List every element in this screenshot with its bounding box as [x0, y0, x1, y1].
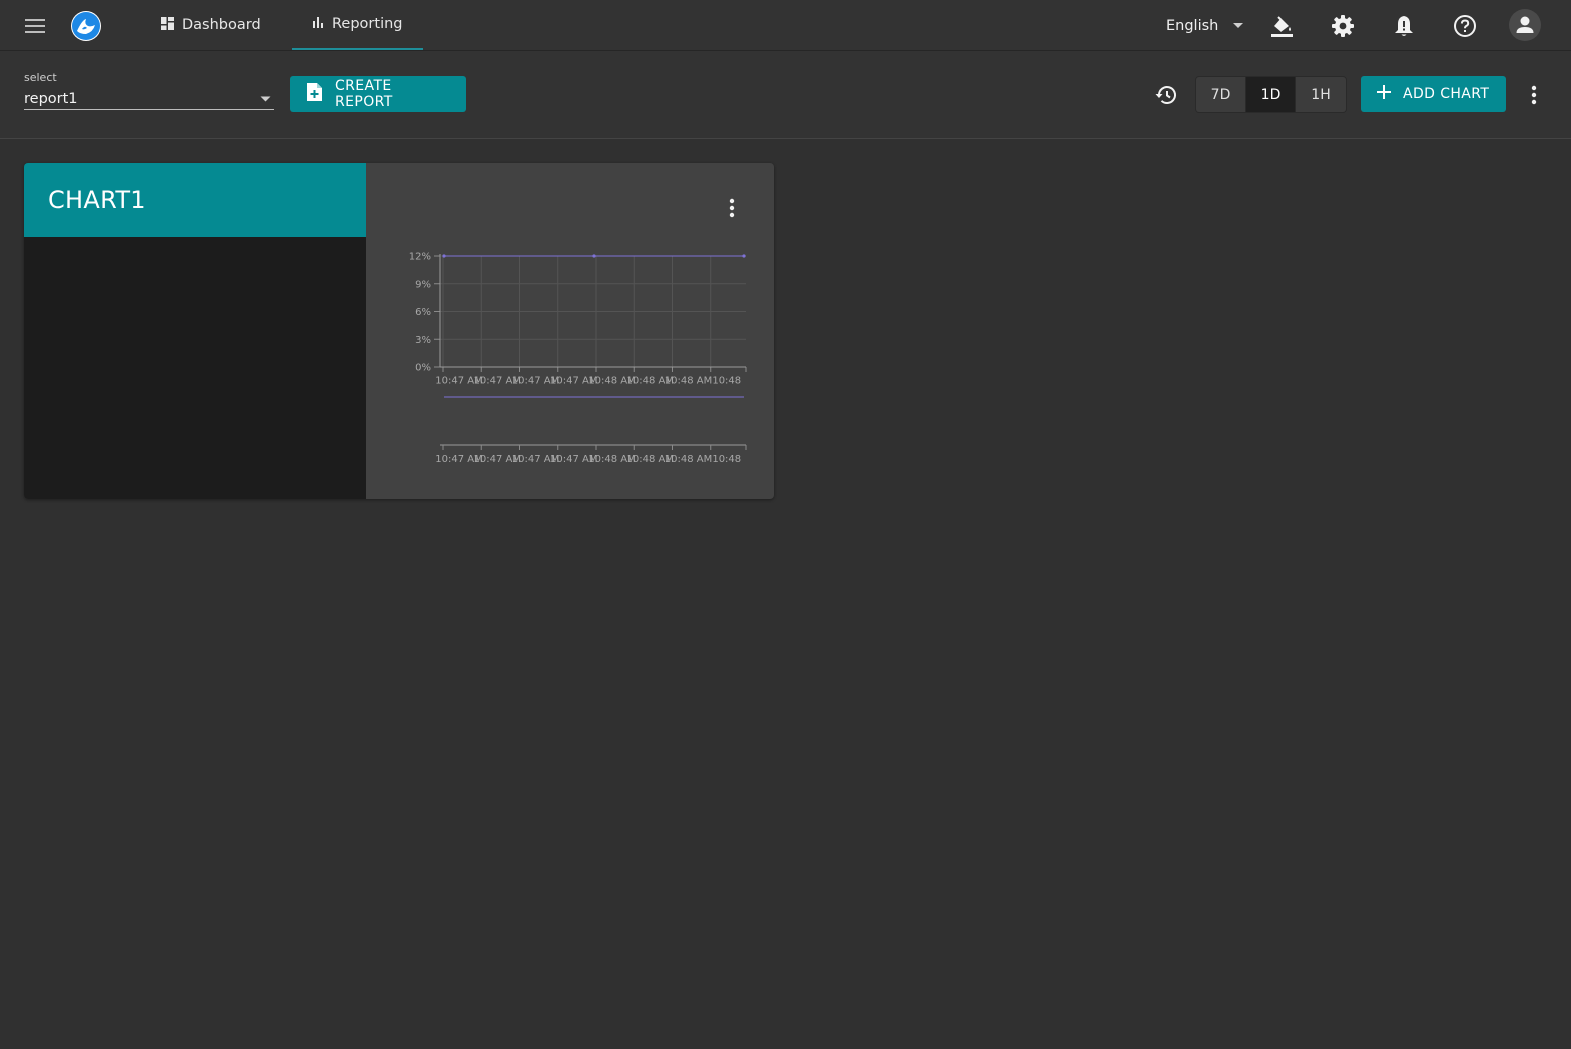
paint-bucket-icon[interactable]	[1267, 11, 1297, 41]
dashboard-icon	[161, 16, 174, 34]
tab-dashboard-label: Dashboard	[182, 17, 261, 33]
chart1-data-point	[742, 254, 746, 258]
range-1d-button[interactable]: 1D	[1246, 77, 1296, 112]
note-add-icon	[306, 82, 323, 106]
chart1-y-tick-label: 0%	[415, 363, 431, 374]
menu-icon[interactable]	[20, 12, 50, 40]
app-bar: Dashboard Reporting English	[0, 0, 1571, 51]
chart1-y-tick-label: 3%	[415, 335, 431, 346]
gear-icon[interactable]	[1328, 11, 1358, 41]
chart-card-title: CHART1	[24, 163, 366, 237]
language-value: English	[1166, 18, 1219, 34]
chevron-down-icon	[260, 91, 271, 107]
chart-card: CHART1 0% 3% 6% 9% 12% 10:47 AM 10:47 AM 10:47 …	[24, 163, 774, 499]
language-select[interactable]: English	[1166, 14, 1244, 38]
history-icon[interactable]	[1153, 82, 1179, 108]
add-chart-label: ADD CHART	[1403, 86, 1490, 102]
chart1-y-tick-label: 9%	[415, 279, 431, 290]
create-report-button[interactable]: CREATE REPORT	[290, 76, 466, 112]
chevron-down-icon	[1232, 18, 1244, 34]
report-toolbar: select report1 CREATE REPORT 7D 1D 1H AD…	[0, 51, 1571, 139]
chart1-y-tick-label: 12%	[409, 252, 431, 263]
create-report-label: CREATE REPORT	[335, 78, 393, 110]
chart2-x-tick-label: 10:48 AM	[665, 454, 712, 465]
report-select-value: report1	[24, 90, 78, 107]
chart1-data-point	[442, 254, 446, 258]
chart1-data-point	[592, 254, 596, 258]
report-select-field[interactable]: report1	[24, 88, 274, 110]
chart2-x-tick-label: 10:48	[712, 454, 741, 465]
bell-alert-icon[interactable]	[1389, 11, 1419, 41]
report-select-label: select	[24, 71, 57, 84]
range-7d-button[interactable]: 7D	[1196, 77, 1246, 112]
plus-icon	[1377, 85, 1391, 103]
chart-more-icon[interactable]	[722, 196, 742, 220]
chart1-x-tick-label: 10:48	[712, 376, 741, 387]
account-icon[interactable]	[1509, 9, 1541, 41]
tab-reporting[interactable]: Reporting	[292, 0, 423, 50]
chart1-x-tick-label: 10:48 AM	[665, 376, 712, 387]
report-select[interactable]: select report1	[24, 71, 274, 110]
app-logo[interactable]	[71, 11, 101, 41]
tab-dashboard[interactable]: Dashboard	[141, 0, 281, 50]
bar-chart-icon	[312, 16, 324, 32]
range-1h-button[interactable]: 1H	[1296, 77, 1346, 112]
add-chart-button[interactable]: ADD CHART	[1361, 76, 1506, 112]
more-vert-icon[interactable]	[1524, 83, 1544, 107]
time-range-toggle: 7D 1D 1H	[1195, 76, 1347, 113]
chart1-y-tick-label: 6%	[415, 307, 431, 318]
tab-reporting-label: Reporting	[332, 16, 403, 32]
chart-card-sidebar: CHART1	[24, 163, 366, 499]
help-icon[interactable]	[1450, 11, 1480, 41]
line-chart: 0%3%6%9%12%10:47 AM10:47 AM10:47 AM10:47…	[409, 252, 747, 465]
